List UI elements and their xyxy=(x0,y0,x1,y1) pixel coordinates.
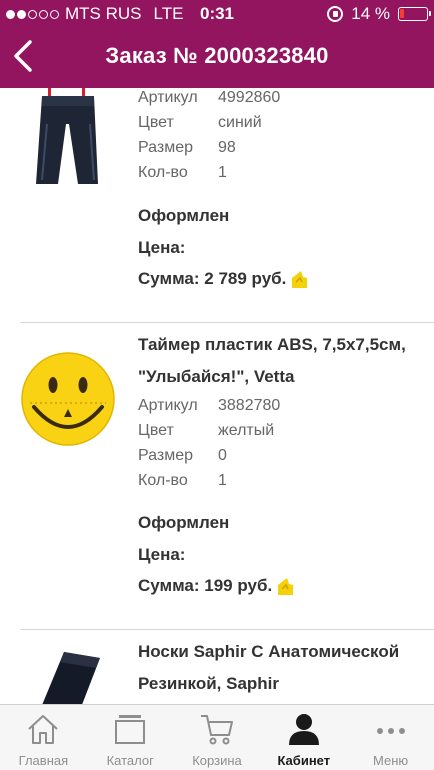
prop-label: Кол-во xyxy=(138,164,188,181)
pants-image xyxy=(20,88,116,188)
prop-value: 3882780 xyxy=(218,397,281,414)
prop-value: желтый xyxy=(218,422,275,439)
prop-label: Цвет xyxy=(138,422,174,439)
sum-label: Сумма: 199 руб. xyxy=(138,575,296,597)
tab-label: Каталог xyxy=(106,753,154,768)
prop-label: Размер xyxy=(138,447,193,464)
smiley-timer-image xyxy=(20,351,116,447)
nav-header: Заказ № 2000323840 xyxy=(0,26,434,88)
price-label: Цена: xyxy=(138,545,186,564)
sum-label: Сумма: 2 789 руб. xyxy=(138,268,310,290)
more-icon xyxy=(347,711,434,747)
prop-value: синий xyxy=(218,114,262,131)
item-properties: Артикул 3882780 Цвет желтый Размер 0 Кол-во… xyxy=(138,397,280,497)
prop-label: Артикул xyxy=(138,89,198,106)
list-item[interactable]: Артикул 4992860 Цвет синий Размер 98 Кол-во… xyxy=(0,88,434,322)
prop-value: 1 xyxy=(218,164,227,181)
tab-home[interactable]: Главная xyxy=(0,705,87,770)
tab-cabinet[interactable]: Кабинет xyxy=(260,705,347,770)
item-properties: Артикул 4992860 Цвет синий Размер 98 Кол-во… xyxy=(138,89,280,189)
list-item[interactable]: Таймер пластик ABS, 7,5х7,5см, "Улыбайся… xyxy=(0,323,434,629)
user-icon xyxy=(260,711,347,747)
status-bar: MTS RUS LTE 0:31 14 % xyxy=(0,0,434,26)
sum-value: Сумма: 199 руб. xyxy=(138,576,273,595)
battery-percent: 14 % xyxy=(351,4,390,23)
tab-cart[interactable]: Корзина xyxy=(174,705,261,770)
prop-value: 0 xyxy=(218,447,227,464)
battery-icon xyxy=(398,7,431,21)
price-label: Цена: xyxy=(138,238,186,257)
prop-value: 98 xyxy=(218,139,236,156)
home-icon xyxy=(0,711,87,747)
order-items-list[interactable]: Артикул 4992860 Цвет синий Размер 98 Кол-во… xyxy=(0,88,434,704)
sum-value: Сумма: 2 789 руб. xyxy=(138,269,287,288)
catalog-icon xyxy=(87,711,174,747)
prop-value: 1 xyxy=(218,472,227,489)
tab-label: Главная xyxy=(18,753,69,768)
order-status: Оформлен xyxy=(138,513,230,532)
tab-menu[interactable]: Меню xyxy=(347,705,434,770)
list-item[interactable]: Носки Saphir С Анатомической Резинкой, S… xyxy=(0,630,434,704)
tab-label: Кабинет xyxy=(277,753,331,768)
tab-catalog[interactable]: Каталог xyxy=(87,705,174,770)
socks-image xyxy=(20,650,116,704)
prop-label: Размер xyxy=(138,139,193,156)
page-title: Заказ № 2000323840 xyxy=(105,43,329,68)
order-status: Оформлен xyxy=(138,206,230,225)
tab-label: Меню xyxy=(373,753,409,768)
item-name[interactable]: Носки Saphir С Анатомической Резинкой, S… xyxy=(138,636,428,700)
coin-icon xyxy=(274,575,296,597)
prop-label: Кол-во xyxy=(138,472,188,489)
prop-label: Цвет xyxy=(138,114,174,131)
item-name[interactable]: Таймер пластик ABS, 7,5х7,5см, "Улыбайся… xyxy=(138,329,428,393)
prop-label: Артикул xyxy=(138,397,198,414)
rotation-lock-icon xyxy=(327,6,344,22)
prop-value: 4992860 xyxy=(218,89,281,106)
top-bar: MTS RUS LTE 0:31 14 % Заказ № 2000323840 xyxy=(0,0,434,88)
cart-icon xyxy=(174,711,261,747)
coin-icon xyxy=(288,268,310,290)
tab-label: Корзина xyxy=(192,753,242,768)
tab-bar: Главная Каталог Корзина Кабинет Меню xyxy=(0,704,434,770)
